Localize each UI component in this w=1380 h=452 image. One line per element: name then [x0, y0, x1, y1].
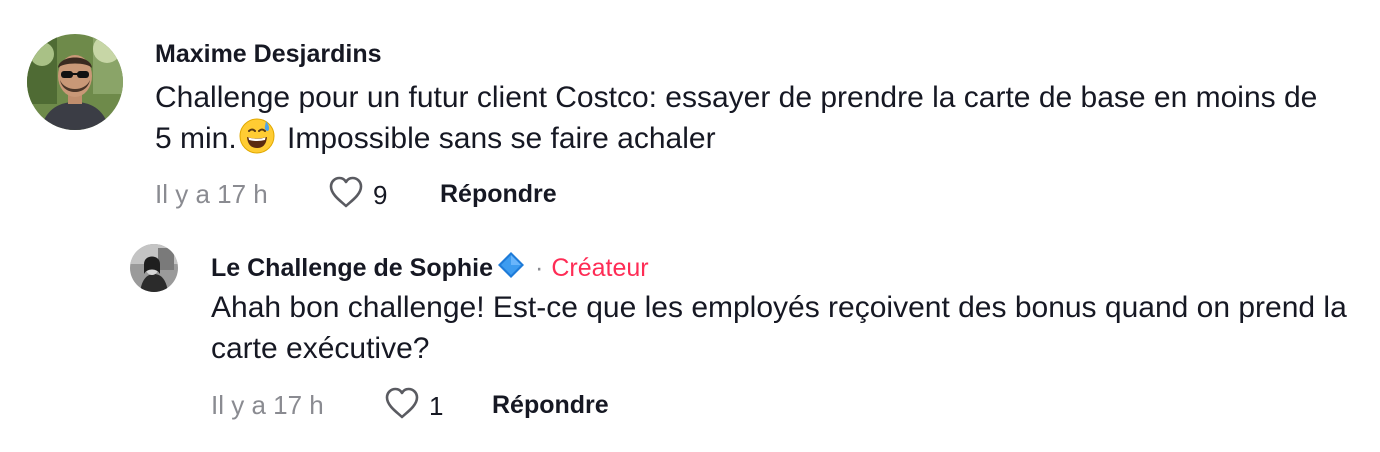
avatar[interactable]: [130, 244, 178, 292]
heart-icon: [328, 176, 364, 214]
comment-timestamp: Il y a 17 h: [211, 390, 324, 420]
like-button[interactable]: 9: [328, 176, 387, 214]
author-name: Le Challenge de Sophie: [211, 254, 493, 282]
reply-button[interactable]: Répondre: [440, 180, 557, 209]
like-button[interactable]: 1: [384, 387, 443, 425]
comment-author[interactable]: Maxime Desjardins: [155, 40, 382, 69]
comment-timestamp: Il y a 17 h: [155, 179, 268, 209]
comment-author[interactable]: Le Challenge de Sophie · Créateur: [211, 251, 649, 286]
heart-icon: [384, 387, 420, 425]
separator-dot: ·: [535, 254, 544, 282]
like-count: 1: [429, 390, 444, 421]
reply-button[interactable]: Répondre: [492, 391, 609, 420]
comment-text: Challenge pour un futur client Costco: e…: [155, 77, 1335, 165]
comment-text-part: Impossible sans se faire achaler: [278, 122, 716, 155]
comment-text: Ahah bon challenge! Est-ce que les emplo…: [211, 291, 1347, 365]
blue-diamond-icon: [497, 251, 525, 286]
grinning-face-with-sweat-icon: [239, 118, 275, 165]
like-count: 9: [373, 179, 388, 210]
avatar[interactable]: [27, 34, 123, 130]
creator-badge: Créateur: [551, 254, 649, 282]
